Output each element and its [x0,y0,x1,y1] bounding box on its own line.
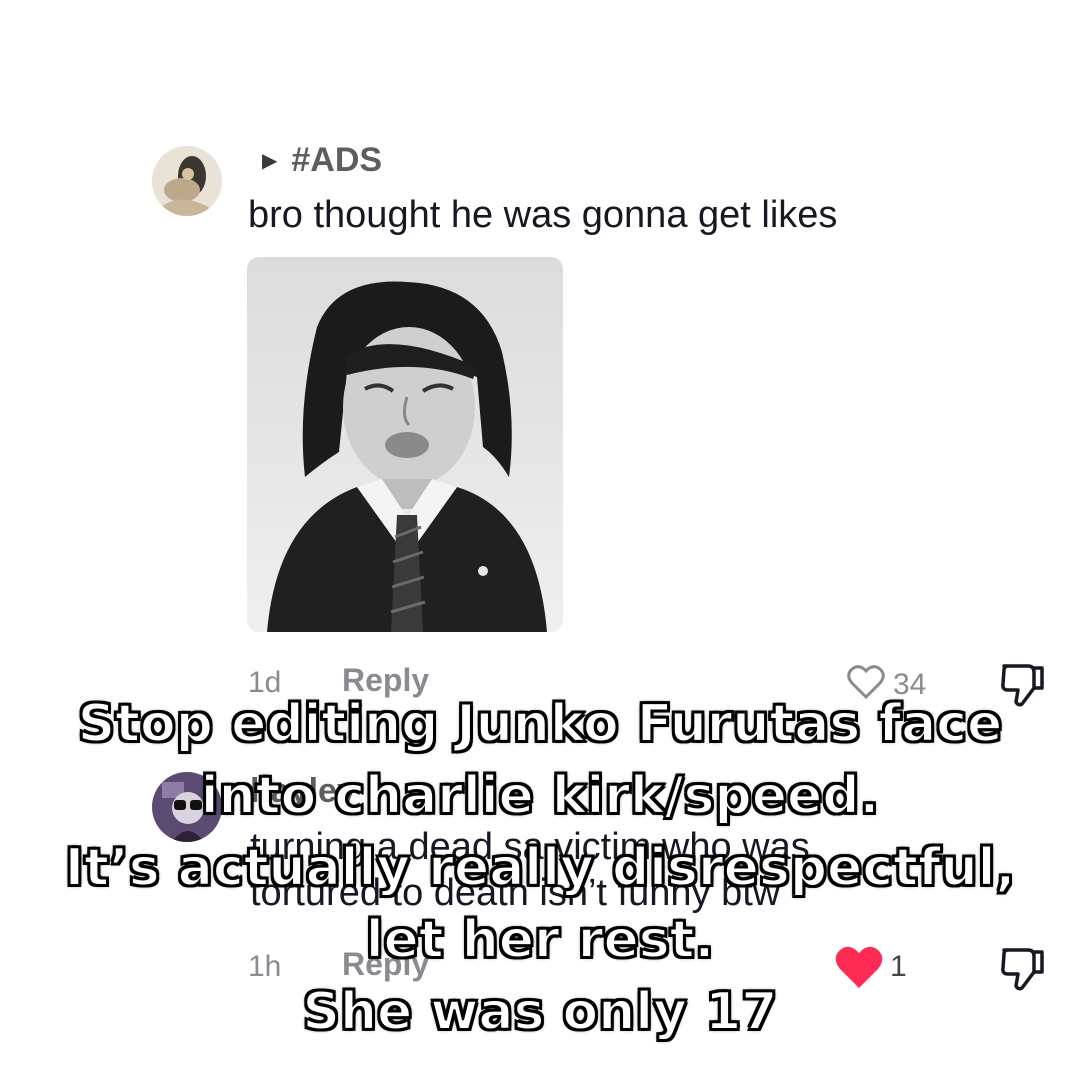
caption-line: She was only 17 [302,981,779,1043]
commenter-handle[interactable]: #ADS [291,141,382,180]
caption-line: It’s actually really disrespectful, [64,837,1016,899]
commenter-avatar[interactable] [152,146,222,216]
caption-line: into charlie kirk/speed. [200,765,880,827]
comment-image[interactable] [247,257,563,632]
caption-line: Stop editing Junko Furutas face [77,693,1004,755]
caption-line: let her rest. [365,909,716,971]
comment-header: ▶ #ADS [262,138,382,182]
video-caption: Stop editing Junko Furutas face into cha… [0,688,1080,1048]
comment-text: bro thought he was gonna get likes [248,194,838,236]
triangle-right-icon: ▶ [262,149,278,172]
